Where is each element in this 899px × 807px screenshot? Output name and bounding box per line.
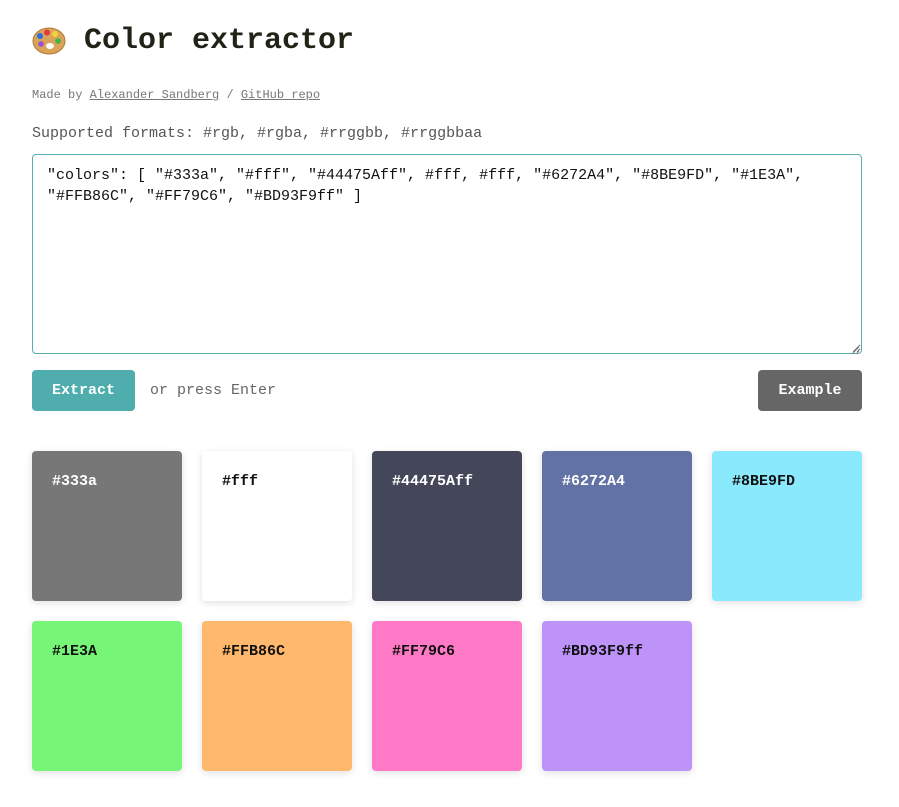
credits-prefix: Made by [32, 88, 83, 102]
supported-formats-text: Supported formats: #rgb, #rgba, #rrggbb,… [32, 125, 483, 142]
color-swatch[interactable]: #6272A4 [542, 451, 692, 601]
color-swatch[interactable]: #44475Aff [372, 451, 522, 601]
controls: Extract or press Enter Example [32, 370, 862, 411]
color-swatch[interactable]: #BD93F9ff [542, 621, 692, 771]
color-swatch[interactable]: #FF79C6 [372, 621, 522, 771]
github-repo-link[interactable]: GitHub repo [241, 88, 320, 102]
colors-input[interactable] [32, 154, 862, 354]
credits-separator: / [226, 88, 234, 102]
author-link[interactable]: Alexander Sandberg [90, 88, 220, 102]
press-enter-hint: or press Enter [150, 382, 277, 399]
color-swatch[interactable]: #8BE9FD [712, 451, 862, 601]
color-swatch[interactable]: #fff [202, 451, 352, 601]
color-swatch[interactable]: #333a [32, 451, 182, 601]
page-title: Color extractor [84, 24, 355, 58]
artist-palette-icon [32, 26, 66, 56]
example-button[interactable]: Example [758, 370, 862, 411]
extract-button[interactable]: Extract [32, 370, 135, 411]
color-swatch[interactable]: #1E3A [32, 621, 182, 771]
credits: Made by Alexander Sandberg / GitHub repo [32, 88, 320, 102]
header: Color extractor [32, 26, 354, 56]
swatch-grid: #333a #fff #44475Aff #6272A4 #8BE9FD #1E3A #FF… [32, 451, 882, 771]
color-swatch[interactable]: #FFB86C [202, 621, 352, 771]
